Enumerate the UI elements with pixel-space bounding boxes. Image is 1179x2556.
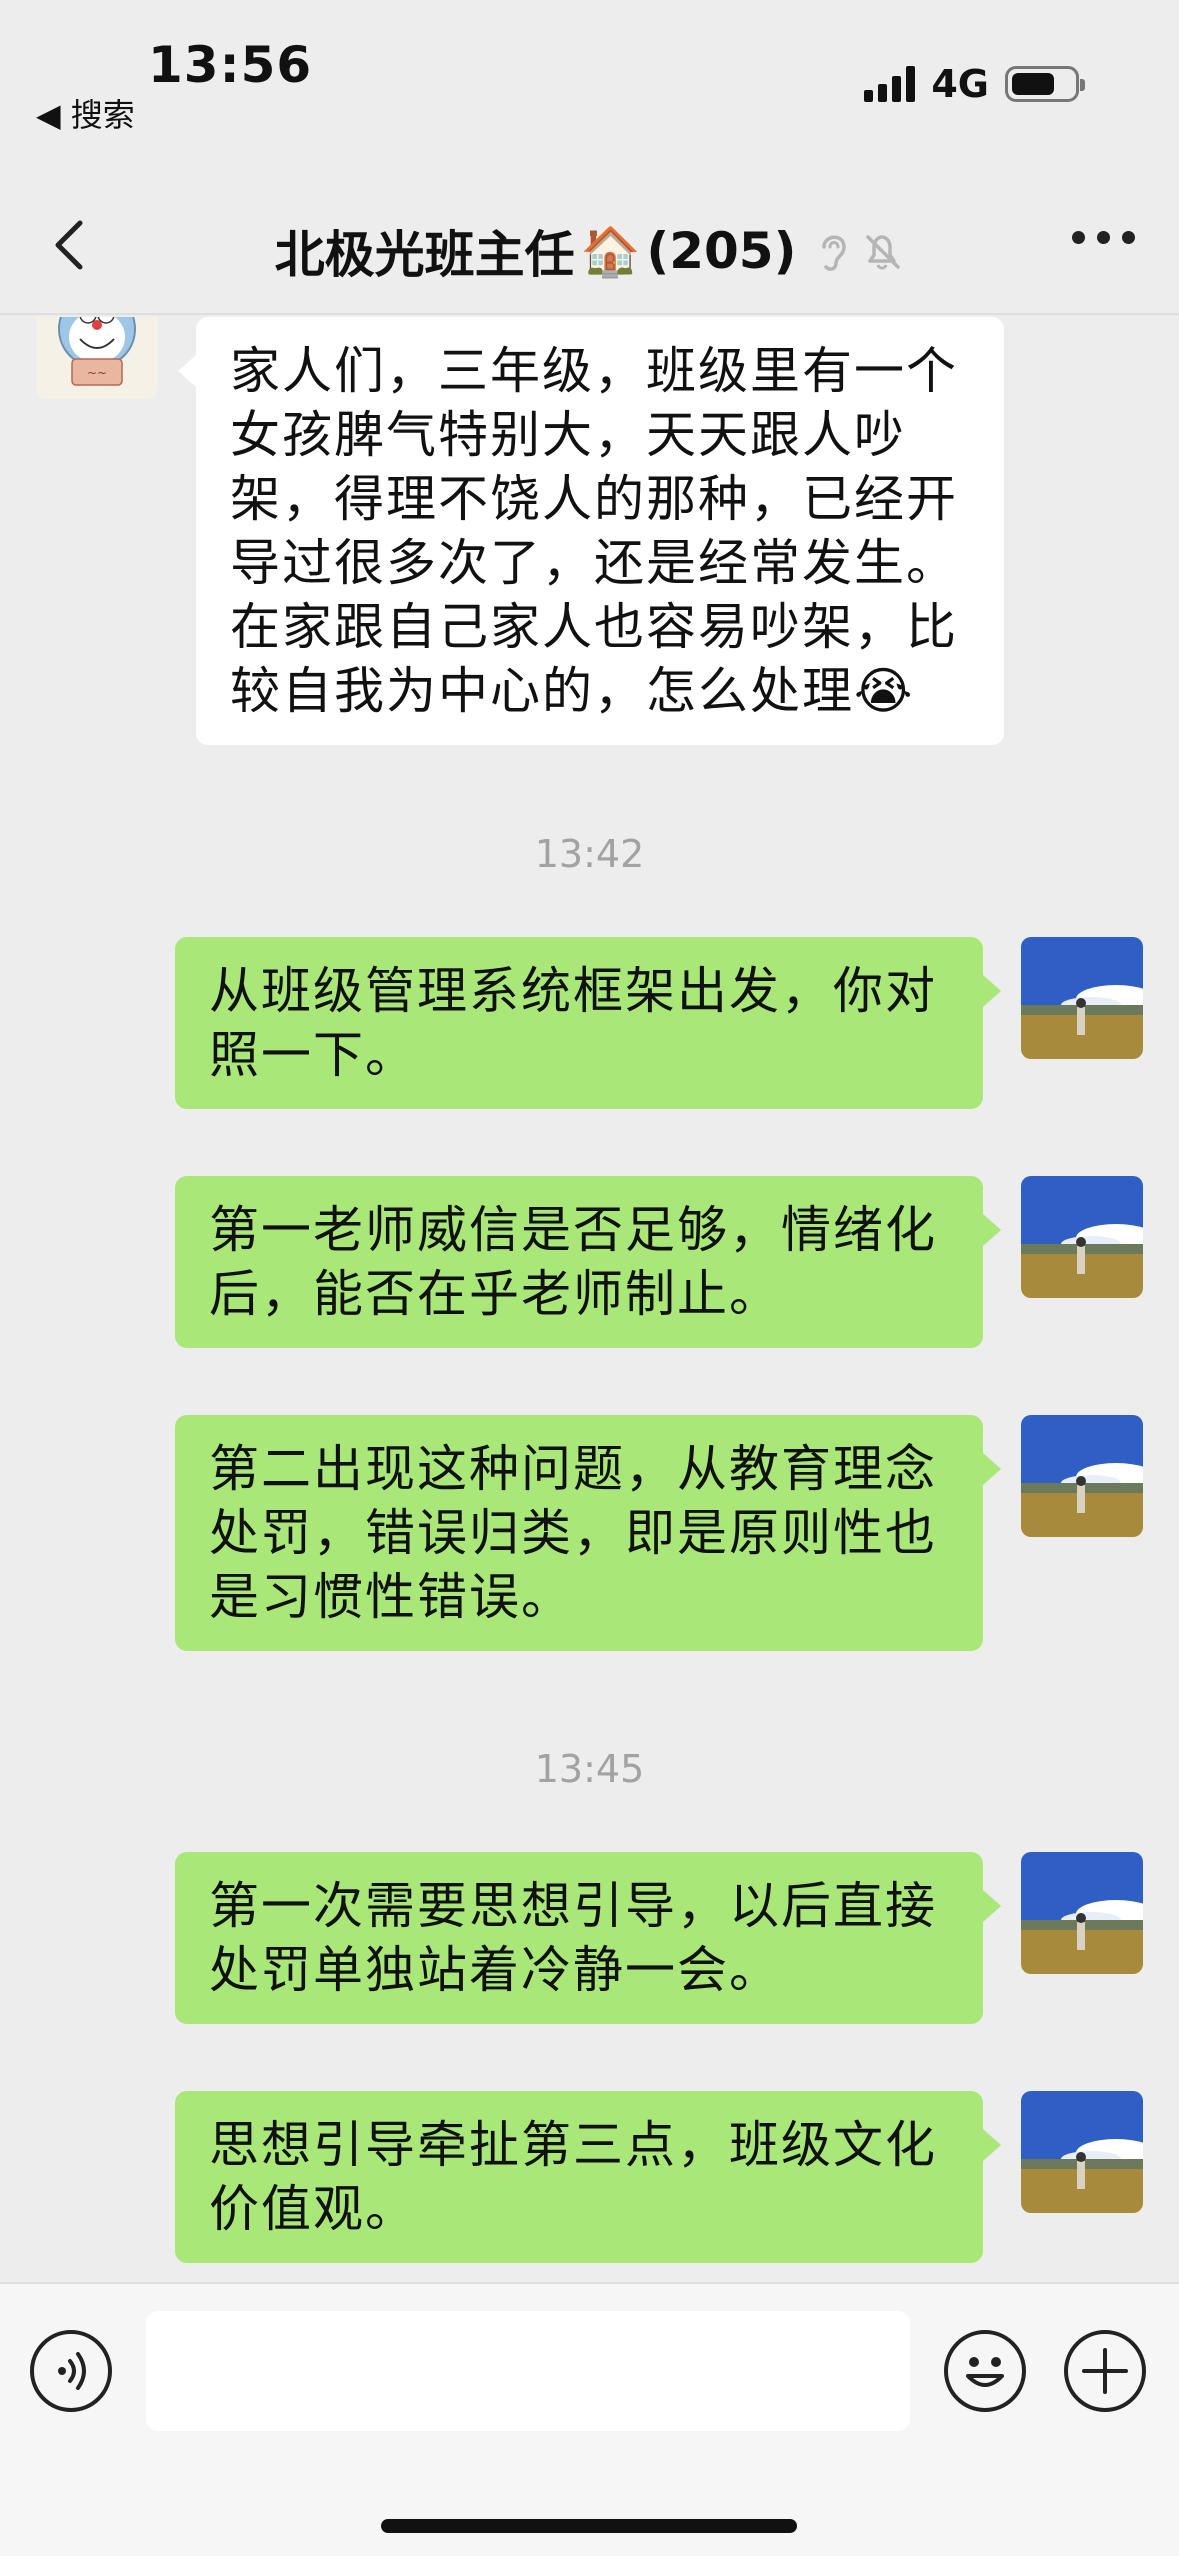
svg-text:~~: ~~ [87, 366, 107, 380]
message-input[interactable] [146, 2311, 910, 2431]
message-bubble-outgoing[interactable]: 第一次需要思想引导，以后直接处罚单独站着冷静一会。 [175, 1852, 1001, 2024]
own-avatar[interactable] [1021, 1415, 1143, 1537]
network-type: 4G [931, 62, 989, 106]
crying-emoji: 😭 [854, 662, 915, 720]
own-avatar[interactable] [1021, 1176, 1143, 1298]
status-time: 13:56 [148, 36, 313, 94]
more-icon[interactable] [1072, 231, 1135, 244]
landscape-avatar-image [1021, 1415, 1143, 1537]
message-text: 第一次需要思想引导，以后直接处罚单独站着冷静一会。 [209, 1877, 937, 1999]
timestamp-divider: 13:42 [534, 832, 645, 876]
message-bubble-incoming[interactable]: 家人们，三年级，班级里有一个女孩脾气特别大，天天跟人吵架，得理不饶人的那种，已经… [178, 317, 1004, 745]
voice-icon[interactable] [30, 2330, 112, 2412]
landscape-avatar-image [1021, 2091, 1143, 2213]
message-list[interactable]: ~~ 家人们，三年级，班级里有一个女孩脾气特别大，天天跟人吵架，得理不饶人的那种… [0, 317, 1179, 2277]
back-to-search-link[interactable]: ◀ 搜索 [36, 90, 135, 136]
message-input-bar [0, 2282, 1179, 2556]
chat-title: 北极光班主任 🏠 (205) [0, 215, 1179, 287]
message-text: 第一老师威信是否足够，情绪化后，能否在乎老师制止。 [209, 1201, 937, 1323]
message-text: 思想引导牵扯第三点，班级文化价值观。 [209, 2116, 937, 2238]
landscape-avatar-image [1021, 937, 1143, 1059]
home-indicator[interactable] [381, 2519, 797, 2533]
message-bubble-outgoing[interactable]: 第二出现这种问题，从教育理念处罚，错误归类，即是原则性也是习惯性错误。 [175, 1415, 1001, 1651]
battery-icon [1005, 66, 1085, 102]
cartoon-avatar-image: ~~ [36, 317, 158, 399]
group-name-emoji: 🏠 [580, 223, 641, 280]
battery-level [1012, 73, 1054, 95]
timestamp-divider: 13:45 [534, 1747, 645, 1791]
header-status-icons [816, 229, 904, 273]
member-count: (205) [646, 222, 797, 280]
plus-icon[interactable] [1064, 2330, 1146, 2412]
message-bubble-outgoing[interactable]: 思想引导牵扯第三点，班级文化价值观。 [175, 2091, 1001, 2263]
emoji-icon[interactable] [944, 2330, 1026, 2412]
message-text: 第二出现这种问题，从教育理念处罚，错误归类，即是原则性也是习惯性错误。 [209, 1440, 937, 1626]
own-avatar[interactable] [1021, 937, 1143, 1059]
signal-icon [864, 66, 916, 102]
group-name: 北极光班主任 [274, 226, 575, 284]
bell-off-icon [866, 235, 901, 270]
message-bubble-outgoing[interactable]: 从班级管理系统框架出发，你对照一下。 [175, 937, 1001, 1109]
message-bubble-outgoing[interactable]: 第一老师威信是否足够，情绪化后，能否在乎老师制止。 [175, 1176, 1001, 1348]
own-avatar[interactable] [1021, 1852, 1143, 1974]
chat-header: 北极光班主任 🏠 (205) [0, 175, 1179, 315]
chat-screen: 13:56 ◀ 搜索 4G 北极光班主任 🏠 (205) ~~ 家人们，三年级，… [0, 0, 1179, 2556]
landscape-avatar-image [1021, 1176, 1143, 1298]
own-avatar[interactable] [1021, 2091, 1143, 2213]
landscape-avatar-image [1021, 1852, 1143, 1974]
message-text: 从班级管理系统框架出发，你对照一下。 [209, 962, 937, 1084]
message-text: 家人们，三年级，班级里有一个女孩脾气特别大，天天跟人吵架，得理不饶人的那种，已经… [230, 342, 958, 720]
status-indicators: 4G [864, 62, 1085, 106]
sender-avatar[interactable]: ~~ [36, 317, 158, 399]
ear-icon [822, 235, 847, 271]
